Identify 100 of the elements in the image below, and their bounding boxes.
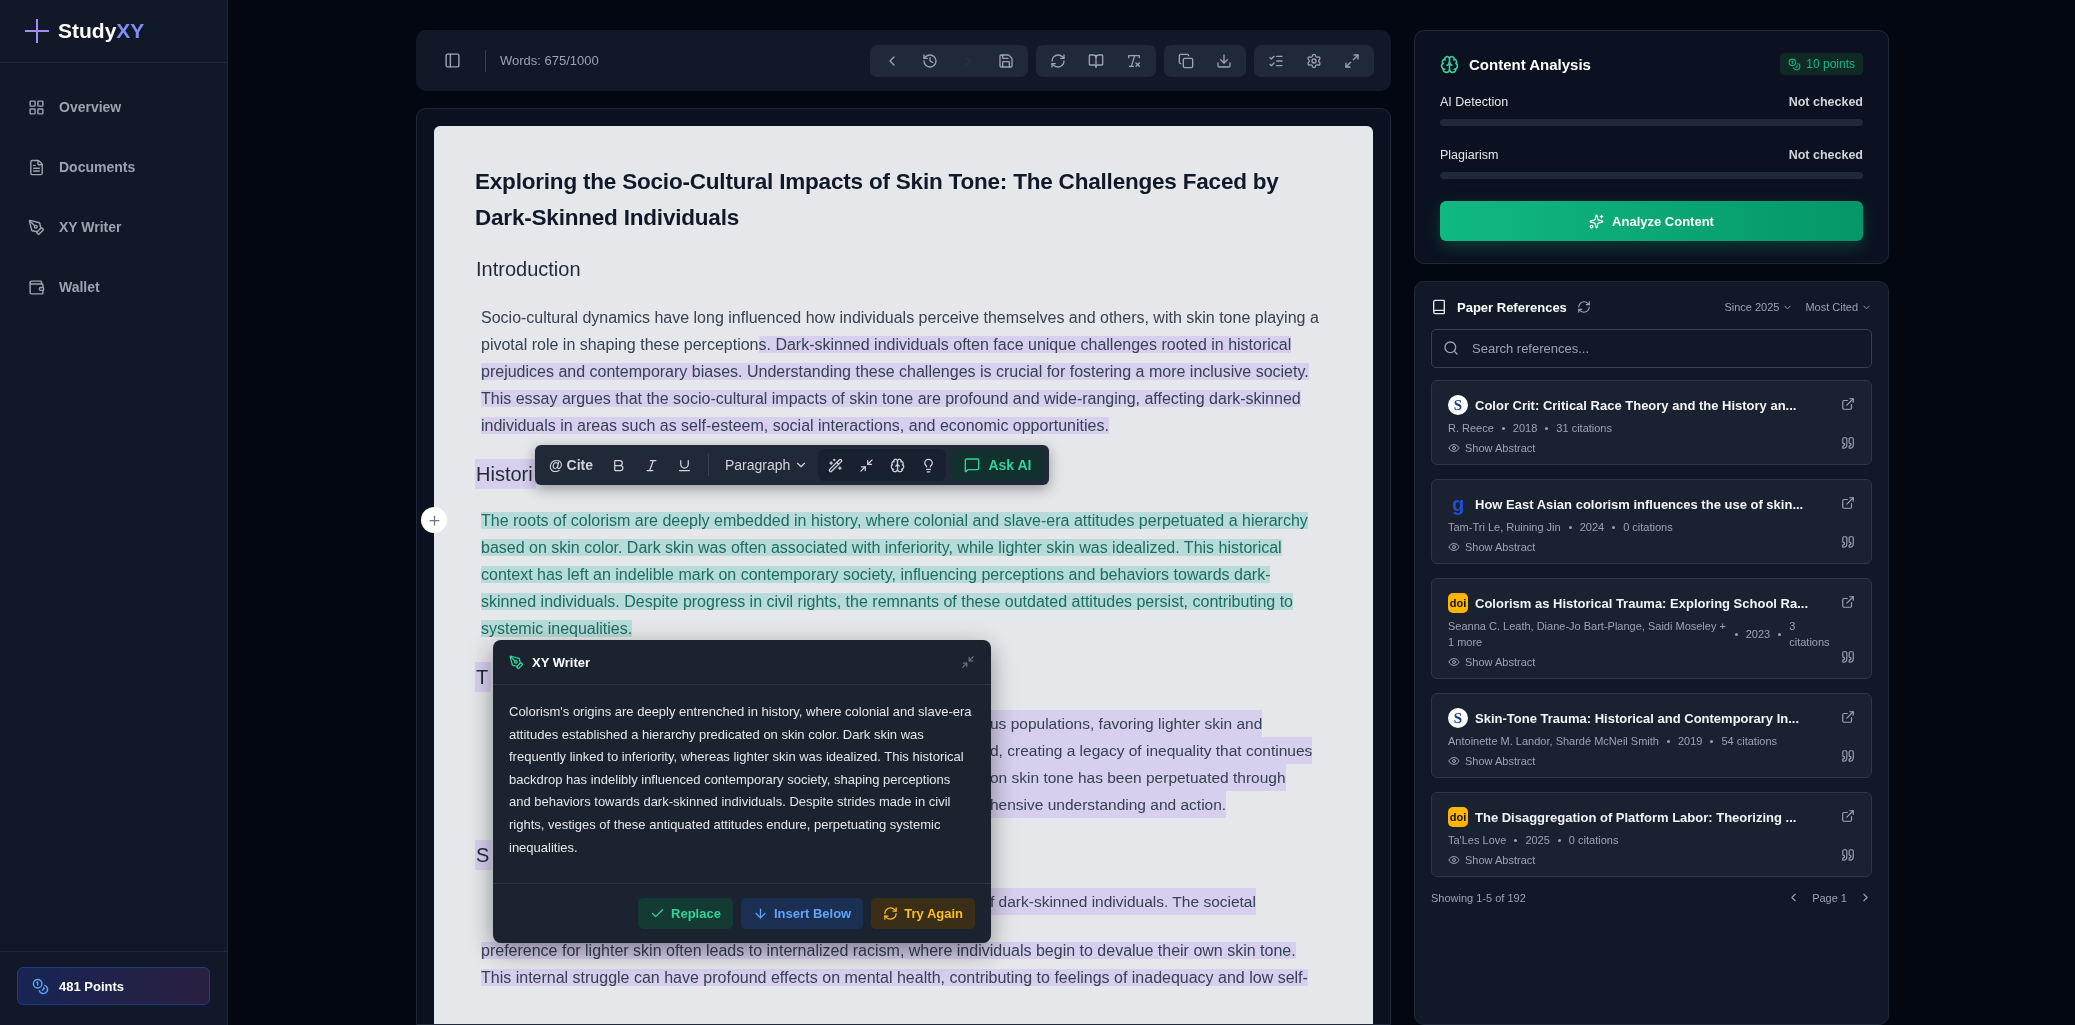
collapse-button[interactable] [961,655,975,669]
show-abstract-button[interactable]: Show Abstract [1448,656,1536,668]
page-number: Page 1 [1812,891,1847,904]
nav-item[interactable]: Wallet [28,257,211,317]
reference-year: 2025 [1525,833,1550,848]
external-link-button[interactable] [1841,496,1855,510]
nav-item[interactable]: Documents [28,137,211,197]
external-link-icon [1841,710,1855,724]
quote-icon [1841,650,1855,664]
source-logo-icon: doi [1448,593,1468,613]
retry-button[interactable]: Try Again [871,898,975,930]
book-icon [1431,299,1447,315]
grid-icon [28,98,45,116]
external-link-button[interactable] [1841,397,1855,411]
quote-icon [1841,436,1855,450]
cite-quote-button[interactable] [1841,848,1855,862]
coins-icon [1788,57,1802,71]
eye-icon [1448,656,1460,668]
nav-item[interactable]: Overview [28,77,211,137]
panel-icon [443,52,461,69]
magic-wand-icon [828,457,844,473]
card-title: Paper References [1457,299,1567,315]
meter-label: AI Detection [1440,95,1509,109]
document-title: Exploring the Socio-Cultural Impacts of Skin Tone: The Challenges Faced by Dark-Skinned Individuals [475,168,1280,232]
reference-authors: Antoinette M. Landor, Shardé McNeil Smith [1448,734,1659,749]
filter-dropdown[interactable]: Most Cited [1799,301,1872,313]
reference-title[interactable]: The Disaggregation of Platform Labor: Theorizing ... [1475,809,1797,825]
show-abstract-button[interactable]: Show Abstract [1448,854,1536,866]
points-badge[interactable]: 481 Points [17,967,210,1005]
bold-icon [611,457,626,473]
coins-icon [32,977,49,995]
meter-status: Not checked [1788,148,1863,162]
popup-title: XY Writer [532,654,591,670]
reference-year: 2024 [1579,520,1605,535]
paragraph-dropdown[interactable]: Paragraph [717,450,817,480]
show-abstract-button[interactable]: Show Abstract [1448,541,1536,553]
external-link-icon [1841,496,1855,510]
search-field[interactable]: Search references... [1431,329,1872,368]
quote-icon [1841,535,1855,549]
cite-quote-button[interactable] [1841,650,1855,664]
reference-year: 2023 [1745,627,1771,642]
quote-icon [1841,848,1855,862]
meter-label: Plagiarism [1440,148,1499,162]
external-link-icon [1841,595,1855,609]
refresh-icon [1576,300,1591,314]
reference-year: 2019 [1677,734,1703,749]
eye-icon [1448,755,1460,767]
plus-icon [426,512,442,528]
paragraph: Socio-cultural dynamics have long influenced how individuals perceive themselves and others, with skin tone playing a pivotal role in shaping these perceptions. Dark-skinned individuals often face unique challenges rooted in historical prejudices and contemporary biases. Understanding these challenges is crucial for fostering a more inclusive society. This essay argues that the socio-cultural impacts of skin tone are profound and wide-ranging, affecting dark-skinned individuals in areas such as self-esteem, social interactions, and economic opportunities. [481,308,1319,436]
nav-item[interactable]: XY Writer [28,197,211,257]
meter-status: Not checked [1788,95,1863,109]
reference-authors: R. Reece [1448,421,1494,436]
paragraph: The roots of colorism are deeply embedded in history, where colonial and slave-era attitudes perpetuated a hierarchy based on skin color. Dark skin was often associated with inferiority, while lighter skin was idealized. This historical context has left an indelible mark on contemporary society, influencing perceptions and behaviors towards dark-skinned individuals. Despite progress in civil rights, the remnants of these outdated attitudes persist, contributing to systemic inequalities. [481,511,1309,639]
show-abstract-button[interactable]: Show Abstract [1448,755,1536,767]
ask-ai-button[interactable]: Ask AI [952,449,1044,481]
word-count: Words: 675/1000 [500,53,599,68]
plus-logo-icon [24,18,50,44]
quote-icon [1841,749,1855,763]
section-heading: S [475,840,493,870]
reference-title[interactable]: How East Asian colorism influences the use of skin... [1475,496,1804,512]
eye-icon [1448,541,1460,553]
section-heading: T [475,662,492,692]
reference-title[interactable]: Colorism as Historical Trauma: Exploring School Ra... [1475,595,1809,611]
brain-icon [890,457,906,473]
arrow-down-icon [752,906,768,922]
external-link-icon [1841,397,1855,411]
shrink-arrows-icon [859,457,875,473]
insert-button[interactable]: Insert Below [740,898,864,930]
show-abstract-button[interactable]: Show Abstract [1448,442,1536,454]
refresh-button[interactable] [1576,300,1591,314]
filter-dropdown[interactable]: Since 2025 [1718,301,1794,313]
chat-bubble-icon [964,457,981,473]
source-logo-icon: S [1448,708,1468,728]
add-block-button[interactable] [421,507,447,533]
external-link-icon [1841,809,1855,823]
replace-button[interactable]: Replace [638,898,733,930]
reference-title[interactable]: Color Crit: Critical Race Theory and the History an... [1475,397,1797,413]
cite-quote-button[interactable] [1841,535,1855,549]
external-link-button[interactable] [1841,595,1855,609]
italic-icon [644,457,659,473]
shrink-arrows-icon [961,655,975,669]
citation-count: 0 citations [1568,833,1619,848]
pen-icon [509,654,524,670]
eye-icon [1448,854,1460,866]
card-title: Content Analysis [1469,55,1591,73]
external-link-button[interactable] [1841,809,1855,823]
results-count: Showing 1-5 of 192 [1431,891,1526,904]
citation-count: 54 citations [1721,734,1778,749]
reference-title[interactable]: Skin-Tone Trauma: Historical and Contemporary In... [1475,710,1800,726]
reference-authors: Ta'Les Love [1448,833,1507,848]
eye-icon [1448,442,1460,454]
citation-count: 0 citations [1623,520,1673,535]
brain-icon [1440,54,1459,74]
cite-quote-button[interactable] [1841,436,1855,450]
cite-quote-button[interactable] [1841,749,1855,763]
source-logo-icon: g [1448,494,1468,514]
cite-button[interactable]: @ Cite [541,450,601,480]
reference-authors: Tam-Tri Le, Ruining Jin [1448,520,1561,535]
pen-icon [28,218,45,236]
external-link-button[interactable] [1841,710,1855,724]
